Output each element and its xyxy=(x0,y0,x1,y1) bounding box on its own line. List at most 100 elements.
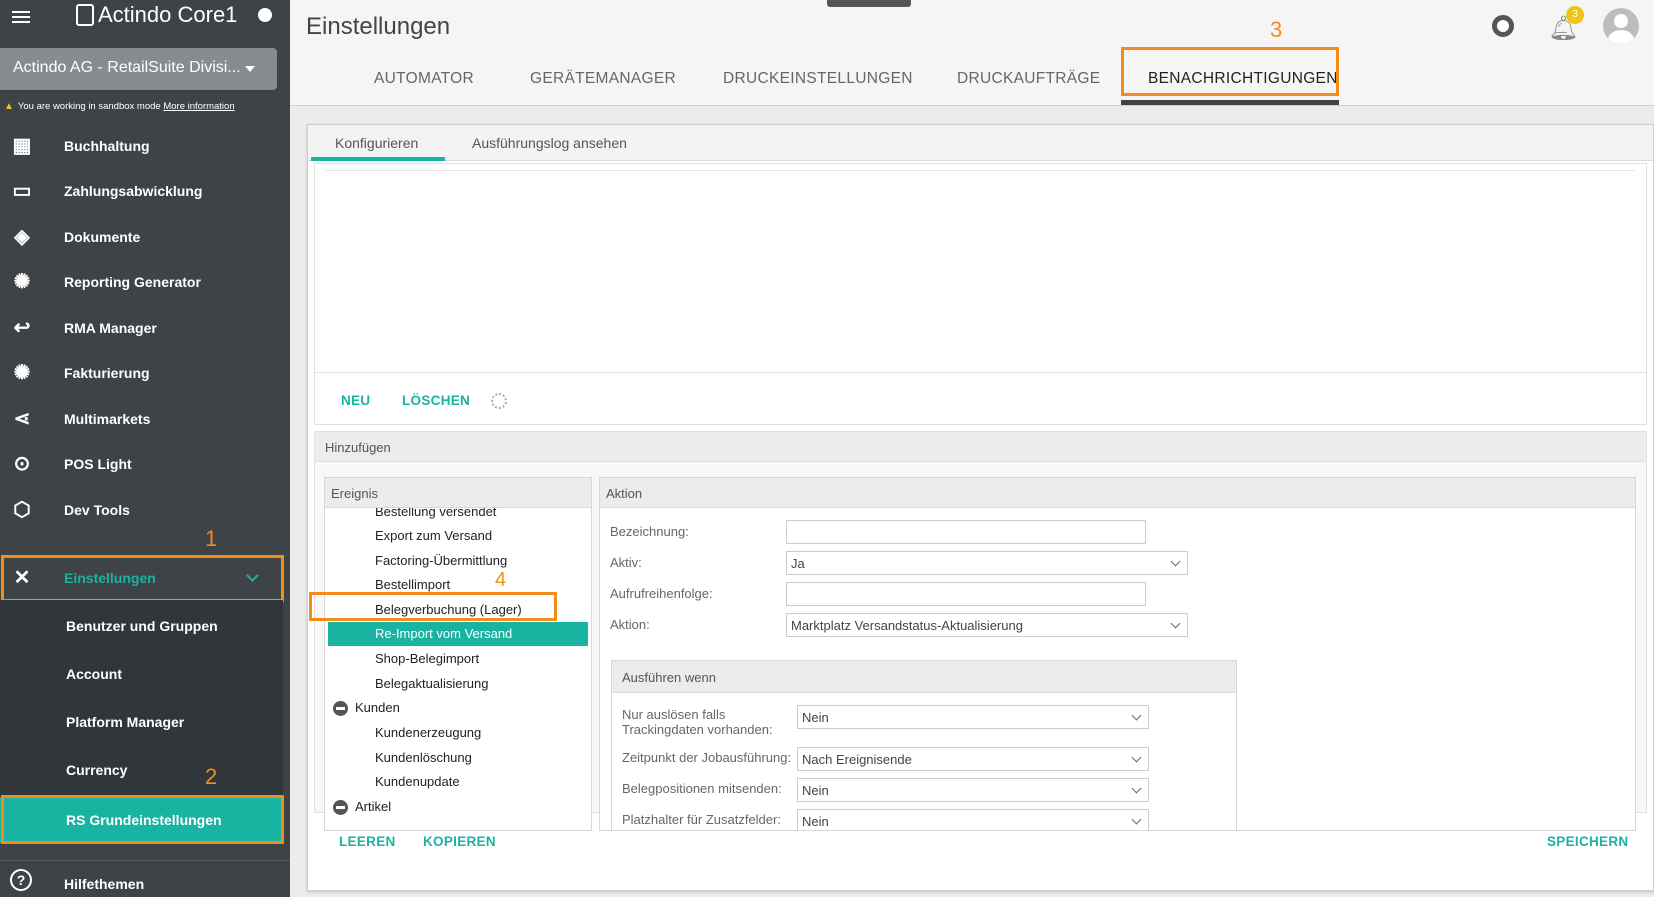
submenu-item-account[interactable]: Account xyxy=(0,651,283,697)
highlight-box-einstellungen xyxy=(1,555,284,602)
submenu-item-currency[interactable]: Currency xyxy=(0,747,283,793)
event-item-label: Kundenupdate xyxy=(375,774,460,789)
tracking-select[interactable]: Nein xyxy=(797,705,1149,729)
sidebar-item-multimarkets[interactable]: ⋖ Multimarkets xyxy=(0,396,290,442)
event-item-selected[interactable]: Re-Import vom Versand xyxy=(328,622,588,646)
event-group-kunden[interactable]: Kunden xyxy=(325,696,585,720)
event-item[interactable]: Factoring-Übermittlung xyxy=(325,549,585,573)
help-icon: ? xyxy=(10,869,32,891)
tab-geraetemanager[interactable]: GERÄTEMANAGER xyxy=(530,70,676,88)
sidebar-item-fakturierung[interactable]: ✺ Fakturierung xyxy=(0,350,290,396)
help-label: Hilfethemen xyxy=(64,876,145,892)
sidebar-item-label: Buchhaltung xyxy=(64,138,150,154)
tab-druckauftraege[interactable]: DRUCKAUFTRÄGE xyxy=(957,70,1100,88)
event-item-label: Belegaktualisierung xyxy=(375,676,489,691)
highlight-box-re-import xyxy=(309,592,557,621)
event-item[interactable]: Kundenupdate xyxy=(325,770,585,794)
submenu-item-label: Account xyxy=(66,666,122,682)
collapse-icon[interactable] xyxy=(333,701,348,716)
list-divider xyxy=(325,170,1635,171)
sidebar-item-buchhaltung[interactable]: ▦ Buchhaltung xyxy=(0,123,290,169)
status-ring-icon[interactable] xyxy=(1492,15,1514,37)
tab-automator[interactable]: AUTOMATOR xyxy=(374,70,474,88)
aufrufreihenfolge-input[interactable] xyxy=(786,582,1146,606)
bezeichnung-input[interactable] xyxy=(786,520,1146,544)
subtab-konfigurieren[interactable]: Konfigurieren xyxy=(335,135,418,151)
help-topics[interactable]: ? Hilfethemen xyxy=(0,860,290,897)
box-icon: ⬡ xyxy=(13,499,31,521)
avatar[interactable] xyxy=(1603,8,1639,44)
atom-icon: ✺ xyxy=(13,271,31,293)
copy-button[interactable]: KOPIEREN xyxy=(423,834,496,849)
bezeichnung-label: Bezeichnung: xyxy=(610,524,689,539)
notification-badge: 3 xyxy=(1566,6,1584,24)
event-item[interactable]: Shop-Belegimport xyxy=(325,647,585,671)
sidebar-item-label: Dev Tools xyxy=(64,502,130,518)
event-item[interactable]: Kundenerzeugung xyxy=(325,721,585,745)
status-dot-icon[interactable] xyxy=(258,8,272,22)
clear-button[interactable]: LEEREN xyxy=(339,834,396,849)
sidebar-item-reporting-generator[interactable]: ✺ Reporting Generator xyxy=(0,259,290,305)
event-item[interactable]: Kundenlöschung xyxy=(325,746,585,770)
calculator-icon: ▦ xyxy=(12,135,32,157)
main-card: Konfigurieren Ausführungslog ansehen NEU… xyxy=(307,124,1654,891)
share-icon: ⋖ xyxy=(13,408,31,430)
event-group-label: Kunden xyxy=(355,700,400,715)
add-panel-title: Hinzufügen xyxy=(315,432,1646,462)
aktion-select[interactable]: Marktplatz Versandstatus-Aktualisierung xyxy=(786,613,1188,637)
sidebar-item-label: Dokumente xyxy=(64,229,141,245)
warning-icon: ▲ xyxy=(4,101,14,112)
submenu-item-platform-manager[interactable]: Platform Manager xyxy=(0,699,283,745)
sidebar-item-pos-light[interactable]: ⊙ POS Light xyxy=(0,441,290,487)
sidebar-item-dokumente[interactable]: ◈ Dokumente xyxy=(0,214,290,260)
event-panel-title: Ereignis xyxy=(325,478,591,508)
action-panel: Aktion Bezeichnung: Aktiv: Ja Aufrufreih… xyxy=(599,477,1636,831)
delete-button[interactable]: LÖSCHEN xyxy=(402,393,470,408)
tracking-select-value: Nein xyxy=(802,710,829,725)
event-group-label: Artikel xyxy=(355,799,392,814)
return-arrow-icon: ↩ xyxy=(13,317,31,339)
event-item-label: Bestellung versendet xyxy=(375,508,497,519)
event-item-label: Bestellimport xyxy=(375,577,451,592)
sidebar-item-label: Fakturierung xyxy=(64,365,150,381)
notification-list[interactable] xyxy=(314,163,1647,373)
aktiv-select-value: Ja xyxy=(791,556,805,571)
caret-down-icon xyxy=(245,66,255,72)
event-item-label: Shop-Belegimport xyxy=(375,651,480,666)
loading-spinner-icon xyxy=(491,393,507,409)
sidebar-item-label: POS Light xyxy=(64,456,132,472)
save-button[interactable]: SPEICHERN xyxy=(1547,834,1628,849)
hamburger-menu-icon[interactable] xyxy=(12,8,30,26)
header: Einstellungen AUTOMATOR GERÄTEMANAGER DR… xyxy=(290,0,1654,106)
account-select[interactable]: Actindo AG - RetailSuite Divisi... xyxy=(0,48,277,90)
zeitpunkt-select-value: Nach Ereignisende xyxy=(802,752,912,767)
sidebar-item-rma-manager[interactable]: ↩ RMA Manager xyxy=(0,305,290,351)
sidebar-item-label: RMA Manager xyxy=(64,320,157,336)
app-logo: Actindo Core1 xyxy=(76,2,237,28)
submenu-item-benutzer-und-gruppen[interactable]: Benutzer und Gruppen xyxy=(0,603,283,649)
annotation-number: 2 xyxy=(205,764,218,789)
sidebar-item-dev-tools[interactable]: ⬡ Dev Tools xyxy=(0,487,290,533)
aktiv-select[interactable]: Ja xyxy=(786,551,1188,575)
execute-when-box: Ausführen wenn Nur auslösen falls Tracki… xyxy=(611,660,1237,830)
event-item[interactable]: Bestellung versendet xyxy=(325,508,585,524)
subtab-ausfuehrungslog[interactable]: Ausführungslog ansehen xyxy=(472,135,627,151)
logo-mark-icon xyxy=(76,4,94,26)
footer-buttons: LEEREN KOPIEREN SPEICHERN xyxy=(308,813,1653,873)
event-item[interactable]: Belegaktualisierung xyxy=(325,672,585,696)
execute-when-title: Ausführen wenn xyxy=(612,661,1236,693)
tab-druckeinstellungen[interactable]: DRUCKEINSTELLUNGEN xyxy=(723,70,913,88)
event-item-label: Kundenerzeugung xyxy=(375,725,482,740)
new-button[interactable]: NEU xyxy=(341,393,370,408)
belegpositionen-select-value: Nein xyxy=(802,783,829,798)
money-icon: ▭ xyxy=(12,180,32,202)
more-information-link[interactable]: More information xyxy=(163,101,234,112)
belegpositionen-select[interactable]: Nein xyxy=(797,778,1149,802)
event-item[interactable]: Export zum Versand xyxy=(325,524,585,548)
event-tree[interactable]: Bestellung versendet Export zum Versand … xyxy=(325,508,591,830)
logo-text: Actindo Core1 xyxy=(98,2,238,27)
sidebar-item-zahlungsabwicklung[interactable]: ▭ Zahlungsabwicklung xyxy=(0,168,290,214)
zeitpunkt-select[interactable]: Nach Ereignisende xyxy=(797,747,1149,771)
zeitpunkt-label: Zeitpunkt der Jobausführung: xyxy=(622,750,792,765)
drag-handle[interactable] xyxy=(827,0,911,7)
